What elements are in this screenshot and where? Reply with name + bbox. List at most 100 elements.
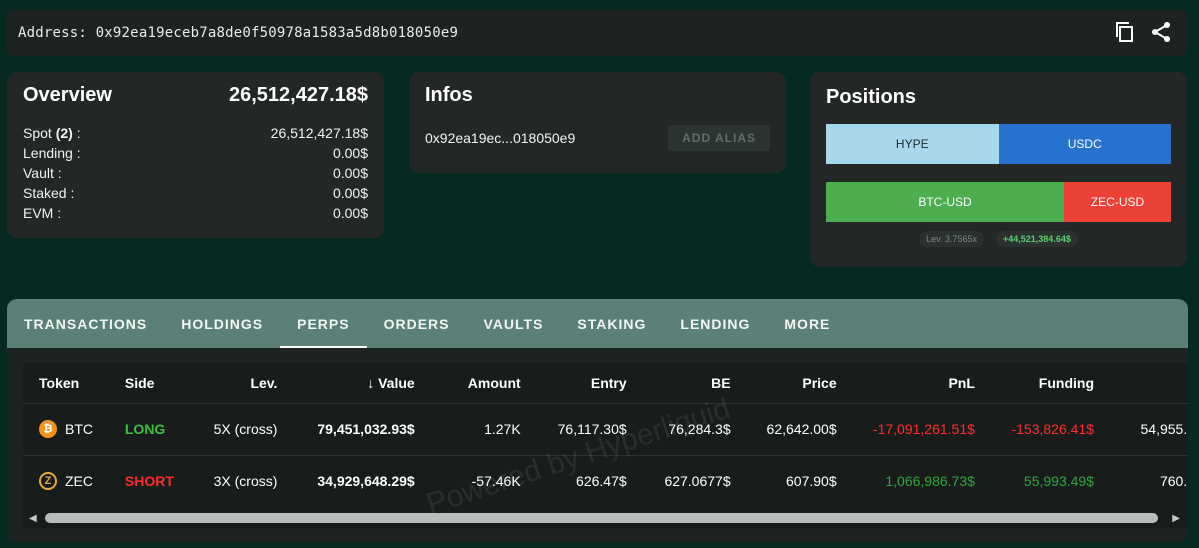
address-text: Address: 0x92ea19eceb7a8de0f50978a1583a5… (18, 25, 458, 41)
pnl-cell: -17,091,261.51$ (844, 402, 983, 455)
table-body: ₿ BTC LONG 5X (cross) 79,451,032.93$ 1.27K 76,… (23, 402, 1188, 507)
amount-cell: -57.46K (422, 454, 529, 507)
column-header-price[interactable]: Price (739, 363, 845, 403)
overview-row-label: EVM : (23, 205, 62, 221)
amount-cell: 1.27K (422, 402, 529, 455)
column-header-amount[interactable]: Amount (423, 363, 529, 403)
copy-icon[interactable] (1113, 20, 1137, 49)
tab-orders[interactable]: ORDERS (367, 299, 467, 348)
leverage-cell: 5X (cross) (193, 402, 286, 455)
column-header-more[interactable] (1102, 363, 1188, 403)
address-label: Address: (18, 25, 88, 41)
be-cell: 627.0677$ (634, 454, 739, 507)
funding-cell: -153,826.41$ (982, 402, 1102, 455)
token-cell: ₿ BTC (23, 402, 117, 455)
infos-card: Infos 0x92ea19ec...018050e9 ADD ALIAS (409, 72, 786, 173)
infos-title: Infos (425, 84, 473, 106)
entry-cell: 626.47$ (528, 454, 635, 507)
overview-row-value: 0.00$ (332, 145, 368, 161)
pnl-cell: 1,066,986.73$ (844, 454, 983, 507)
column-header-entry[interactable]: Entry (529, 363, 635, 403)
overview-row-value: 26,512,427.18$ (270, 125, 368, 141)
column-header-lev[interactable]: Lev. (194, 363, 286, 403)
value-cell: 34,929,648.29$ (285, 454, 423, 507)
overview-row-label: Lending : (23, 145, 81, 161)
spot-segment-hype[interactable]: HYPE (826, 124, 999, 164)
spot-allocation-bar: HYPE USDC (826, 124, 1171, 164)
scroll-right-icon[interactable]: ▶ (1172, 513, 1180, 524)
leverage-cell: 3X (cross) (193, 454, 286, 507)
token-label: ₿ BTC (39, 420, 109, 438)
tab-bar: TRANSACTIONS HOLDINGS PERPS ORDERS VAULTS STA… (7, 299, 1188, 348)
spot-count: (2) (55, 125, 73, 141)
token-name: BTC (65, 421, 93, 437)
add-alias-button[interactable]: ADD ALIAS (668, 125, 770, 151)
overview-row-label: Spot (2) : (23, 125, 81, 141)
table-row[interactable]: Z ZEC SHORT 3X (cross) 34,929,648.29$ -57.46K… (23, 454, 1188, 507)
token-label: Z ZEC (39, 472, 109, 491)
arrow-down-icon[interactable]: ↓ (367, 375, 378, 391)
short-address: 0x92ea19ec...018050e9 (425, 130, 576, 146)
overview-total: 26,512,427.18$ (228, 84, 368, 106)
tab-vaults[interactable]: VAULTS (467, 299, 561, 348)
share-icon[interactable] (1149, 20, 1173, 49)
tab-transactions[interactable]: TRANSACTIONS (7, 299, 164, 348)
tab-perps[interactable]: PERPS (280, 299, 368, 348)
perp-segment-zec-usd[interactable]: ZEC-USD (1064, 182, 1171, 222)
horizontal-scrollbar[interactable]: ◀ ▶ (23, 511, 1188, 525)
details-panel: TRANSACTIONS HOLDINGS PERPS ORDERS VAULTS STA… (7, 299, 1188, 542)
column-header-pnl[interactable]: PnL (845, 363, 983, 403)
be-cell: 76,284.3$ (634, 402, 739, 455)
perp-segment-btc-usd[interactable]: BTC-USD (826, 182, 1065, 222)
positions-title: Positions (826, 86, 917, 108)
leverage-tag: Lev. 3.7565x (919, 231, 985, 247)
btc-coin-icon: ₿ (39, 420, 57, 438)
overview-row-value: 0.00$ (332, 205, 368, 221)
tab-holdings[interactable]: HOLDINGS (164, 299, 280, 348)
funding-cell: 55,993.49$ (982, 454, 1102, 507)
column-header-be[interactable]: BE (635, 363, 739, 403)
address-value[interactable]: 0x92ea19eceb7a8de0f50978a1583a5d8b018050… (96, 25, 458, 41)
perp-allocation-bar: BTC-USD ZEC-USD (826, 182, 1171, 222)
price-cell: 62,642.00$ (738, 402, 845, 455)
overview-row-value: 0.00$ (332, 185, 368, 201)
overview-row: Lending : 0.00$ (23, 143, 368, 163)
extra-cell: 54,955.9 (1102, 402, 1188, 455)
price-cell: 607.90$ (738, 454, 845, 507)
overview-row: Staked : 0.00$ (23, 183, 368, 203)
tab-staking[interactable]: STAKING (560, 299, 663, 348)
side-cell: LONG (116, 402, 194, 455)
entry-cell: 76,117.30$ (528, 402, 635, 455)
token-name: ZEC (65, 473, 93, 490)
pnl-tag: +44,521,384.64$ (996, 231, 1078, 247)
overview-row: Vault : 0.00$ (23, 163, 368, 183)
overview-row: EVM : 0.00$ (23, 203, 368, 223)
overview-card: Overview 26,512,427.18$ Spot (2) : 26,512… (7, 72, 384, 238)
value-cell: 79,451,032.93$ (285, 402, 423, 455)
overview-row-label: Vault : (23, 165, 62, 181)
address-bar: Address: 0x92ea19eceb7a8de0f50978a1583a5… (6, 10, 1187, 56)
overview-title: Overview (23, 84, 112, 106)
overview-row-label: Staked : (23, 185, 75, 201)
tab-lending[interactable]: LENDING (663, 299, 767, 348)
tab-more[interactable]: MORE (767, 299, 847, 348)
column-header-value[interactable]: ↓ Value (285, 363, 422, 403)
column-header-token[interactable]: Token (23, 363, 117, 403)
table-header-row: Token Side Lev. ↓ Value Amount Entry BE Price Pn… (23, 363, 1188, 403)
positions-card: Positions HYPE USDC BTC-USD ZEC-USD Lev. 3… (810, 72, 1187, 267)
token-cell: Z ZEC (23, 454, 117, 507)
column-header-funding[interactable]: Funding (983, 363, 1102, 403)
overview-row: Spot (2) : 26,512,427.18$ (23, 123, 368, 143)
extra-cell: 760.1 (1102, 454, 1188, 507)
column-header-side[interactable]: Side (117, 363, 194, 403)
zec-coin-icon: Z (39, 472, 57, 491)
scroll-left-icon[interactable]: ◀ (29, 513, 37, 524)
scrollbar-thumb[interactable] (45, 513, 1158, 523)
table-row[interactable]: ₿ BTC LONG 5X (cross) 79,451,032.93$ 1.27K 76,… (23, 402, 1188, 455)
perps-table: Token Side Lev. ↓ Value Amount Entry BE Price Pn… (23, 363, 1188, 507)
spot-segment-usdc[interactable]: USDC (998, 124, 1171, 164)
overview-row-value: 0.00$ (332, 165, 368, 181)
perps-table-wrap: Token Side Lev. ↓ Value Amount Entry BE Price Pn… (23, 363, 1188, 528)
side-cell: SHORT (116, 454, 194, 507)
overview-rows: Spot (2) :26,512,427.18$ Lending :0.00$ Va… (23, 123, 368, 223)
